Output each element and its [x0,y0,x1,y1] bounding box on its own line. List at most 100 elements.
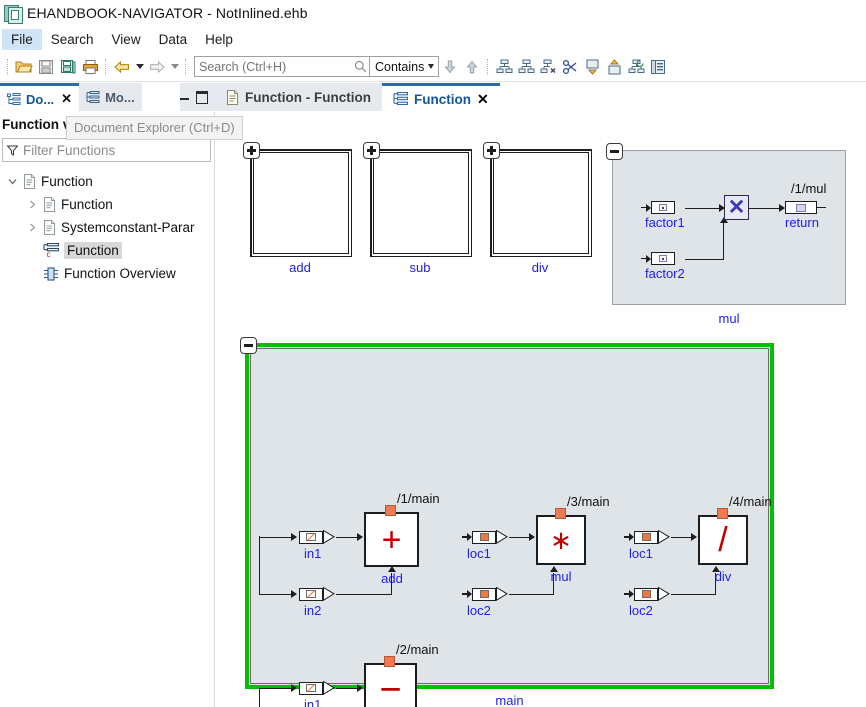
print-icon[interactable] [79,56,101,78]
tab-function[interactable]: Function ✕ [382,83,500,112]
port-loc2-mul[interactable] [462,587,507,601]
tab-function-function[interactable]: Function - Function [215,83,382,112]
layout-tree-alt-icon[interactable] [515,56,537,78]
input-swatch [306,684,316,692]
layout-tree-delete-icon[interactable] [537,56,559,78]
forward-dropdown-icon[interactable] [168,57,181,77]
open-folder-icon[interactable] [13,56,35,78]
tree-item-function-root[interactable]: Function [0,170,214,193]
plus-icon[interactable] [363,142,380,159]
port-in1-add-label: in1 [304,546,321,561]
search-mode-dropdown[interactable]: Contains [370,57,438,76]
export-down-icon[interactable] [581,56,603,78]
export-up-icon[interactable] [603,56,625,78]
left-tab-group: Do... ✕ Mo... [0,82,215,112]
tree-item-function-1[interactable]: Function [0,193,214,216]
wire [723,223,724,259]
collapsed-block-add-label: add [250,260,350,275]
layout-tree-icon[interactable] [493,56,515,78]
operator-symbol: ✕ [728,197,746,218]
tab-document-explorer[interactable]: Do... ✕ [0,83,79,112]
document-icon [226,90,239,105]
save-icon[interactable] [35,56,57,78]
menu-view[interactable]: View [103,29,150,50]
collapsed-block-add[interactable] [250,149,350,255]
title-bar: EHANDBOOK-NAVIGATOR - NotInlined.ehb [0,0,866,26]
collapsed-block-sub[interactable] [370,149,470,255]
port-loc2-div[interactable] [624,587,669,601]
operator-div-label: div [693,569,753,584]
port-loc1-div[interactable] [624,530,669,544]
find-next-icon[interactable] [439,56,461,78]
arrow-icon [529,533,535,541]
save-all-icon[interactable] [57,56,79,78]
diagram-canvas[interactable]: add sub div [216,112,866,707]
minimize-icon[interactable] [180,96,189,100]
tree-item-systemconstant-parameter[interactable]: Systemconstant-Parar [0,216,214,239]
operator-multiply[interactable]: ✕ [724,195,749,220]
chevron-down-icon[interactable] [6,177,18,186]
compare-icon[interactable] [559,56,581,78]
port-factor1[interactable] [641,201,675,214]
operator-add-tag [385,505,396,516]
chevron-right-icon[interactable] [26,223,38,232]
maximize-icon[interactable] [196,91,208,104]
operator-mul[interactable]: ∗ [536,515,586,565]
open-view-icon[interactable] [647,56,669,78]
minus-icon[interactable] [240,337,257,354]
operator-sub-tag [384,656,395,667]
function-group-main[interactable]: in1 + /1/main add in2 [246,344,773,688]
editor-tab-group: Function - Function Function ✕ [215,82,866,112]
function-overview-icon [43,267,59,281]
tree-item-function-selected[interactable]: c Function [0,239,214,262]
back-dropdown-icon[interactable] [133,57,146,77]
operator-add[interactable]: + [364,512,419,567]
port-in2-add[interactable] [299,587,334,601]
port-loc1-mul[interactable] [462,530,507,544]
function-group-mul[interactable]: factor1 factor2 ✕ [612,150,846,305]
menu-help[interactable]: Help [196,29,242,50]
minus-icon[interactable] [606,143,623,160]
collapsed-block-inner [373,152,469,254]
port-factor2[interactable] [641,252,675,265]
collapsed-block-div[interactable] [490,149,590,255]
tab-row: Do... ✕ Mo... Function - Function [0,82,866,112]
toolbar: Contains [0,52,866,82]
chevron-right-icon[interactable] [26,200,38,209]
tab-model[interactable]: Mo... [79,83,142,112]
tree-item-function-overview[interactable]: Function Overview [0,262,214,285]
menu-file[interactable]: File [2,29,42,50]
port-arrow-shape [496,587,507,601]
menu-data[interactable]: Data [150,29,197,50]
return-swatch [796,204,806,212]
panel-divider[interactable] [214,112,215,707]
filter-functions-box[interactable]: Filter Functions [2,138,211,162]
document-explorer-icon [7,93,21,106]
layout-refresh-icon[interactable] [625,56,647,78]
tab-function-function-label: Function - Function [245,90,371,105]
tab-document-explorer-label: Do... [26,92,54,107]
back-arrow-icon[interactable] [111,56,133,78]
operator-div[interactable]: / [698,515,748,565]
port-in1-add[interactable] [299,530,334,544]
search-box[interactable]: Contains [194,56,439,77]
close-icon[interactable]: ✕ [61,91,72,107]
close-icon[interactable]: ✕ [477,91,489,108]
panel-window-controls [180,83,215,112]
svg-text:c: c [47,250,51,258]
search-input[interactable] [195,58,351,75]
plus-icon[interactable] [243,142,260,159]
menu-search[interactable]: Search [42,29,103,50]
tab-function-label: Function [414,92,471,107]
arrow-icon [357,533,363,541]
local-swatch [480,533,489,541]
document-icon [43,220,56,235]
application-window: EHANDBOOK-NAVIGATOR - NotInlined.ehb Fil… [0,0,866,707]
wire [671,594,716,595]
port-return[interactable] [785,201,826,214]
filter-functions-placeholder: Filter Functions [23,143,115,158]
function-c-icon: c [43,243,59,258]
find-previous-icon[interactable] [461,56,483,78]
plus-icon[interactable] [483,142,500,159]
forward-arrow-icon[interactable] [146,56,168,78]
